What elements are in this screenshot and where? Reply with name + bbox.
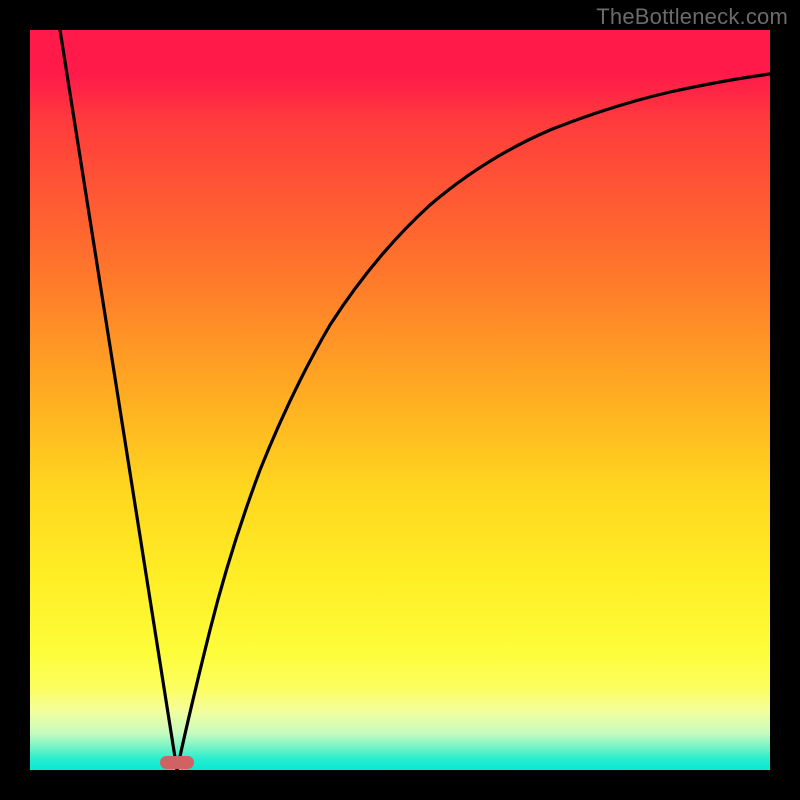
watermark-text: TheBottleneck.com: [596, 4, 788, 30]
minimum-marker: [160, 756, 194, 769]
curve-right-branch: [177, 74, 770, 770]
bottleneck-curve: [30, 30, 770, 770]
plot-area: [30, 30, 770, 770]
curve-left-branch: [60, 30, 177, 770]
outer-frame: TheBottleneck.com: [0, 0, 800, 800]
